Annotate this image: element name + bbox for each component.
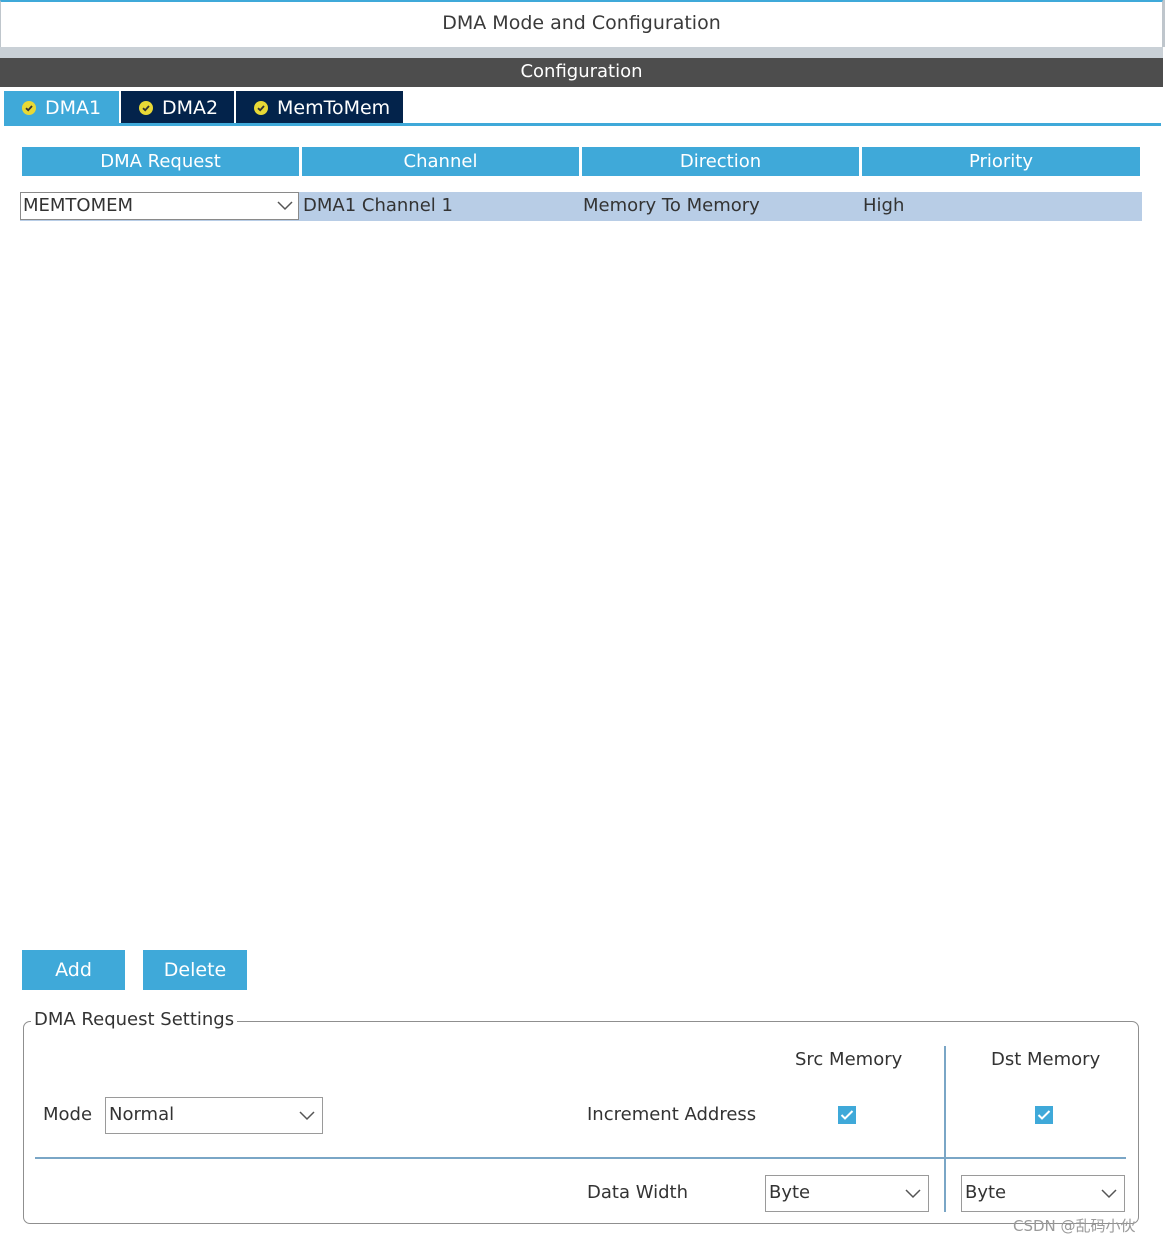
check-circle-icon xyxy=(22,100,36,115)
chevron-down-icon xyxy=(905,1189,921,1199)
checkmark-icon xyxy=(1037,1110,1051,1120)
add-button[interactable]: Add xyxy=(22,950,125,990)
data-width-label: Data Width xyxy=(587,1182,688,1203)
checkmark-icon xyxy=(840,1110,854,1120)
title-separator xyxy=(0,47,1163,58)
check-circle-icon xyxy=(254,100,268,115)
tab-label: DMA1 xyxy=(45,96,102,119)
tab-underline xyxy=(4,123,1161,126)
tab-memtomem[interactable]: MemToMem xyxy=(236,91,403,124)
dst-increment-checkbox[interactable] xyxy=(1035,1106,1053,1124)
tab-dma2[interactable]: DMA2 xyxy=(121,91,234,124)
chevron-down-icon xyxy=(277,201,293,211)
tab-dma1[interactable]: DMA1 xyxy=(4,91,119,124)
delete-button[interactable]: Delete xyxy=(143,950,247,990)
check-circle-icon xyxy=(139,100,153,115)
watermark: CSDN @乱码小伙 xyxy=(1013,1217,1136,1235)
column-header-direction: Direction xyxy=(582,147,859,176)
row-divider xyxy=(35,1157,1126,1159)
direction-cell: Memory To Memory xyxy=(583,195,760,216)
src-memory-header: Src Memory xyxy=(795,1049,903,1070)
tab-label: MemToMem xyxy=(277,96,391,119)
chevron-down-icon xyxy=(299,1111,315,1121)
src-data-width-value: Byte xyxy=(769,1182,811,1203)
column-header-priority: Priority xyxy=(862,147,1140,176)
increment-address-label: Increment Address xyxy=(587,1104,757,1125)
window-title: DMA Mode and Configuration xyxy=(442,12,721,34)
configuration-label: Configuration xyxy=(520,61,643,82)
channel-cell: DMA1 Channel 1 xyxy=(303,195,453,216)
mode-label: Mode xyxy=(43,1104,93,1125)
dma-request-value: MEMTOMEM xyxy=(23,195,134,216)
dst-memory-header: Dst Memory xyxy=(991,1049,1101,1070)
mode-value: Normal xyxy=(109,1104,175,1125)
settings-legend: DMA Request Settings xyxy=(31,1009,238,1030)
column-header-channel: Channel xyxy=(302,147,579,176)
column-header-dma-request: DMA Request xyxy=(22,147,299,176)
column-divider xyxy=(944,1046,946,1212)
dst-data-width-value: Byte xyxy=(965,1182,1007,1203)
priority-cell: High xyxy=(863,195,905,216)
tab-label: DMA2 xyxy=(162,96,219,119)
chevron-down-icon xyxy=(1101,1189,1117,1199)
src-increment-checkbox[interactable] xyxy=(838,1106,856,1124)
